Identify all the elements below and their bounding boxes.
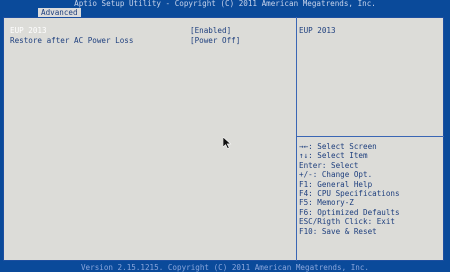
- tab-advanced[interactable]: Advanced: [38, 8, 81, 17]
- help-divider: [297, 136, 444, 137]
- vertical-divider: [296, 17, 297, 261]
- setting-eup-2013[interactable]: EUP 2013 [Enabled]: [10, 26, 294, 36]
- key-enter: Enter: Select: [299, 160, 359, 170]
- setting-value[interactable]: [Power Off]: [190, 36, 240, 46]
- key-cpu-specifications: F4: CPU Specifications: [299, 188, 400, 198]
- setting-restore-after-ac-power-loss[interactable]: Restore after AC Power Loss [Power Off]: [10, 36, 294, 46]
- key-change-opt: +/-: Change Opt.: [299, 170, 373, 180]
- key-legend: →←: Select Screen ↑↓: Select Item Enter:…: [299, 142, 400, 236]
- setting-value[interactable]: [Enabled]: [190, 26, 231, 36]
- key-exit: ESC/Rigth Click: Exit: [299, 217, 396, 227]
- mouse-pointer-icon: [223, 137, 232, 149]
- key-select-item: ↑↓: Select Item: [299, 151, 368, 161]
- key-memory-z: F5: Memory-Z: [299, 198, 354, 208]
- key-select-screen: →←: Select Screen: [299, 142, 377, 151]
- setting-label: Restore after AC Power Loss: [10, 36, 134, 45]
- key-general-help: F1: General Help: [299, 179, 373, 189]
- setting-label: EUP 2013: [10, 26, 47, 35]
- key-optimized-defaults: F6: Optimized Defaults: [299, 207, 400, 217]
- version-footer: Version 2.15.1215. Copyright (C) 2011 Am…: [80, 263, 370, 272]
- key-save-reset: F10: Save & Reset: [299, 226, 377, 236]
- settings-list: EUP 2013 [Enabled] Restore after AC Powe…: [10, 26, 294, 46]
- help-description: EUP 2013: [299, 26, 336, 35]
- utility-title: Aptio Setup Utility - Copyright (C) 2011…: [74, 0, 376, 8]
